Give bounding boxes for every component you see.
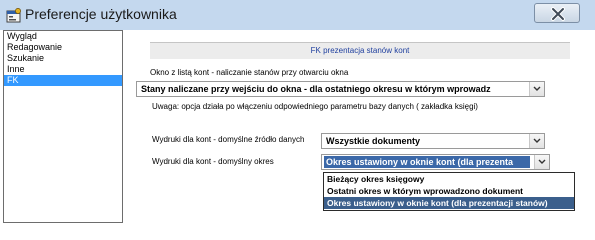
note-text: Uwaga: opcja działa po włączeniu odpowie…	[152, 102, 478, 111]
nav-item-wyglad[interactable]: Wygląd	[4, 31, 122, 42]
opening-mode-value: Stany naliczane przy wejściu do okna - d…	[141, 84, 491, 94]
source-select[interactable]: Wszystkie dokumenty	[321, 133, 545, 149]
source-value: Wszystkie dokumenty	[326, 136, 421, 146]
nav-item-inne[interactable]: Inne	[4, 64, 122, 75]
close-icon	[550, 6, 566, 22]
nav-item-redagowanie[interactable]: Redagowanie	[4, 42, 122, 53]
category-list[interactable]: Wygląd Redagowanie Szukanie Inne FK	[3, 30, 123, 223]
title-bar[interactable]: Preferencje użytkownika	[0, 0, 595, 30]
chevron-down-icon	[533, 86, 541, 91]
chevron-down-icon	[538, 159, 546, 164]
period-option-last-entered[interactable]: Ostatni okres w którym wprowadzono dokum…	[324, 185, 574, 197]
section-title: FK prezentacja stanów kont	[150, 43, 570, 59]
chevron-down-icon	[533, 138, 541, 143]
period-dropdown-button[interactable]	[534, 155, 549, 169]
period-dropdown-list[interactable]: Bieżący okres księgowy Ostatni okres w k…	[323, 172, 575, 211]
source-label: Wydruki dla kont - domyślne źródło danyc…	[152, 135, 305, 144]
period-label: Wydruki dla kont - domyślny okres	[152, 157, 274, 166]
period-option-account-window[interactable]: Okres ustawiony w oknie kont (dla prezen…	[324, 197, 574, 209]
period-value: Okres ustawiony w oknie kont (dla prezen…	[326, 157, 514, 167]
source-dropdown-button[interactable]	[529, 134, 544, 148]
period-select[interactable]: Okres ustawiony w oknie kont (dla prezen…	[321, 154, 550, 170]
period-option-current[interactable]: Bieżący okres księgowy	[324, 173, 574, 185]
nav-item-fk[interactable]: FK	[4, 75, 122, 86]
nav-item-szukanie[interactable]: Szukanie	[4, 53, 122, 64]
window-title: Preferencje użytkownika	[25, 6, 177, 22]
preferences-window: Preferencje użytkownika Wygląd Redagowan…	[0, 0, 595, 223]
opening-label: Okno z listą kont - naliczanie stanów pr…	[150, 68, 349, 77]
opening-mode-dropdown-button[interactable]	[529, 82, 544, 96]
preferences-window-icon	[6, 8, 22, 23]
opening-mode-select[interactable]: Stany naliczane przy wejściu do okna - d…	[136, 81, 545, 97]
close-button[interactable]	[534, 3, 580, 23]
